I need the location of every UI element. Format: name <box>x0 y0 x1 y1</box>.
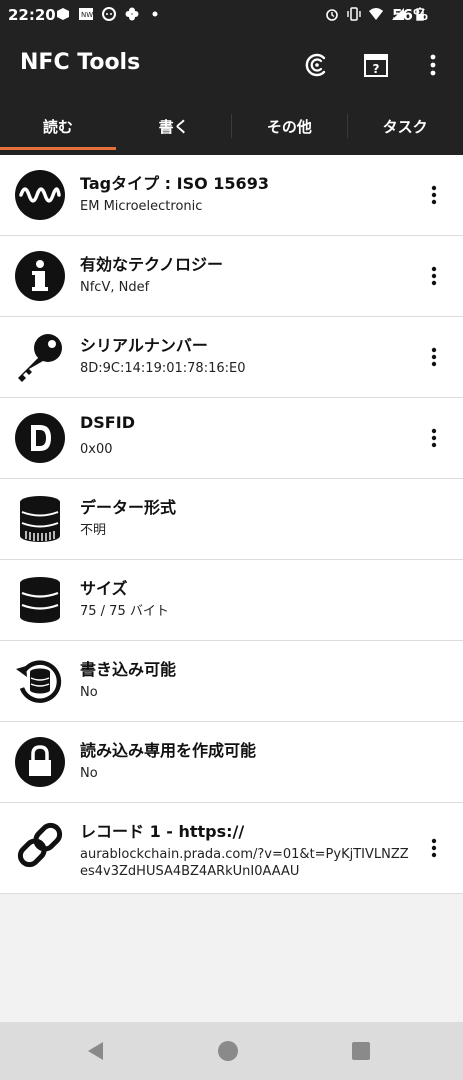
status-bar: 22:20 NW 56% <box>0 0 463 32</box>
item-value: NfcV, Ndef <box>80 280 150 295</box>
item-title: 書き込み可能 <box>80 660 177 679</box>
info-icon <box>15 251 65 301</box>
item-title: レコード 1 - https:// <box>80 822 245 841</box>
tab-other-label: その他 <box>266 118 312 136</box>
list-item-size[interactable]: サイズ 75 / 75 バイト <box>0 560 463 641</box>
item-value: 8D:9C:14:19:01:78:16:E0 <box>80 361 246 376</box>
tab-write[interactable]: 書く <box>116 98 232 155</box>
more-vert-icon <box>431 266 437 286</box>
alarm-icon <box>326 9 338 21</box>
more-vert-icon <box>431 428 437 448</box>
link-icon <box>17 822 63 868</box>
item-value: 不明 <box>80 523 107 538</box>
database-stack-icon <box>20 577 60 623</box>
item-value: 75 / 75 バイト <box>80 604 169 619</box>
item-menu-button[interactable] <box>425 264 443 288</box>
tab-bar: 読む 書く その他 タスク <box>0 98 463 155</box>
app-bar: NFC Tools ? <box>0 32 463 98</box>
item-title: データー形式 <box>80 498 177 517</box>
tab-other[interactable]: その他 <box>232 98 348 155</box>
recents-icon[interactable] <box>349 1039 373 1063</box>
nfc-scan-icon <box>305 53 326 77</box>
back-icon[interactable] <box>84 1039 108 1063</box>
svg-text:?: ? <box>373 62 380 76</box>
item-menu-button[interactable] <box>425 836 443 860</box>
item-value: 0x00 <box>80 442 113 457</box>
system-nav-bar <box>0 1022 463 1080</box>
list-item-data-format[interactable]: データー形式 不明 <box>0 479 463 560</box>
tab-read[interactable]: 読む <box>0 98 116 155</box>
list-item-dsfid[interactable]: DSFID 0x00 <box>0 398 463 479</box>
signal-wave-icon <box>15 170 65 220</box>
letter-d-icon <box>15 413 65 463</box>
battery-percent: 56% <box>392 6 428 24</box>
item-menu-button[interactable] <box>425 345 443 369</box>
home-icon[interactable] <box>216 1039 240 1063</box>
lock-icon <box>15 737 65 787</box>
item-title: 読み込み専用を作成可能 <box>80 741 257 760</box>
item-value: EM Microelectronic <box>80 199 203 214</box>
more-vert-icon <box>431 185 437 205</box>
wifi-icon <box>369 8 383 20</box>
key-icon <box>18 334 62 382</box>
app-title: NFC Tools <box>20 50 141 75</box>
item-title: 有効なテクノロジー <box>80 255 224 274</box>
database-icon <box>20 496 60 542</box>
tab-tasks[interactable]: タスク <box>347 98 463 155</box>
tab-read-label: 読む <box>42 118 73 136</box>
database-sync-icon <box>16 660 62 703</box>
list-item-serial-number[interactable]: シリアルナンバー 8D:9C:14:19:01:78:16:E0 <box>0 317 463 398</box>
item-title: シリアルナンバー <box>80 336 208 355</box>
item-menu-button[interactable] <box>425 426 443 450</box>
dot-icon <box>152 11 158 17</box>
item-title: Tagタイプ : ISO 15693 <box>80 174 269 193</box>
more-vert-icon <box>430 54 436 76</box>
item-value: aurablockchain.prada.com/?v=01&t=PyKjTIV… <box>80 847 409 879</box>
list-item-read-only[interactable]: 読み込み専用を作成可能 No <box>0 722 463 803</box>
item-value: No <box>80 685 98 700</box>
nfc-scan-button[interactable] <box>302 50 332 80</box>
list-item-technologies[interactable]: 有効なテクノロジー NfcV, Ndef <box>0 236 463 317</box>
vibrate-icon <box>347 7 361 21</box>
list-item-writable[interactable]: 書き込み可能 No <box>0 641 463 722</box>
item-title: サイズ <box>80 579 128 598</box>
item-title: DSFID <box>80 413 135 432</box>
package-icon <box>57 8 69 20</box>
help-button[interactable]: ? <box>361 50 391 80</box>
cat-app-icon <box>102 7 116 21</box>
tag-info-list: Tagタイプ : ISO 15693 EM Microelectronic 有効… <box>0 155 463 894</box>
item-menu-button[interactable] <box>425 183 443 207</box>
more-vert-icon <box>431 347 437 367</box>
status-time: 22:20 <box>8 6 56 24</box>
list-item-tag-type[interactable]: Tagタイプ : ISO 15693 EM Microelectronic <box>0 155 463 236</box>
tab-tasks-label: タスク <box>382 118 428 136</box>
more-vert-icon <box>431 838 437 858</box>
item-value: No <box>80 766 98 781</box>
tab-divider <box>347 114 348 138</box>
help-icon: ? <box>364 54 388 77</box>
tab-divider <box>231 114 232 138</box>
tab-write-label: 書く <box>158 118 189 136</box>
fan-app-icon <box>125 7 139 21</box>
list-item-record-1[interactable]: レコード 1 - https:// aurablockchain.prada.c… <box>0 803 463 894</box>
svg-text:NW: NW <box>81 11 93 19</box>
nw-app-icon: NW <box>79 8 93 20</box>
overflow-menu-button[interactable] <box>418 50 448 80</box>
